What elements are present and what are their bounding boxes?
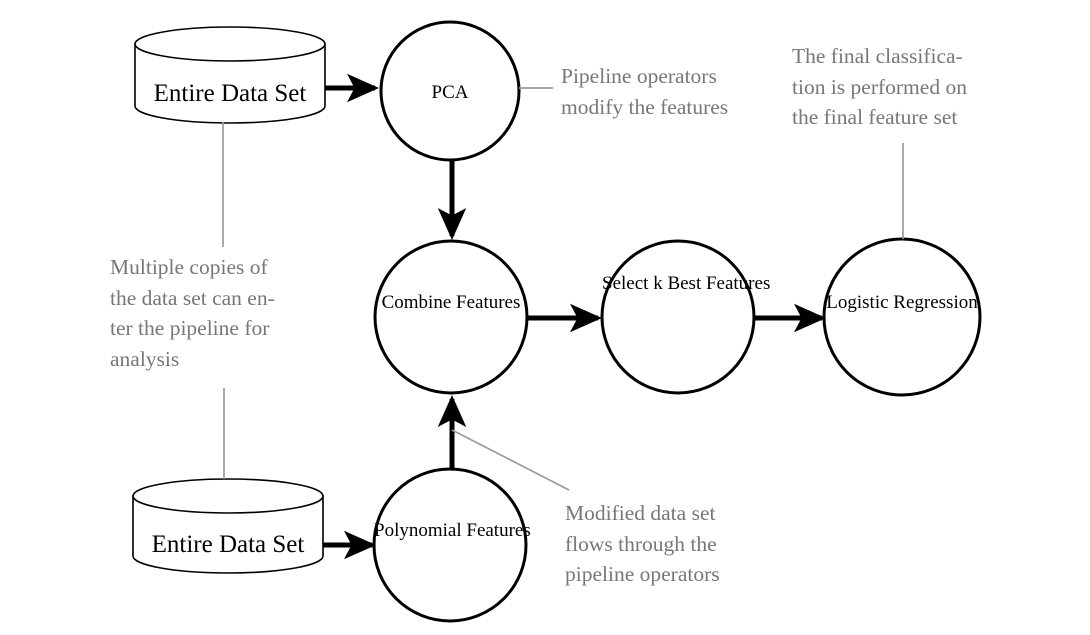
multiple-copies-note-line-2: the data set can en- (110, 285, 275, 310)
logistic-regression-circle (822, 237, 982, 397)
combine-features-circle (373, 239, 529, 395)
final-classification-note-line-2: tion is performed on (792, 74, 967, 99)
multiple-copies-note-line-3: ter the pipeline for (110, 316, 270, 341)
multiple-copies-note-line-1: Multiple copies of (110, 255, 268, 279)
pipeline-operators-note-line-2: modify the features (561, 94, 729, 119)
final-classification-note-line-3: the final feature set (792, 105, 958, 130)
modified-data-set-note-line-2: flows through the (565, 531, 717, 556)
select-k-best-features-circle (600, 239, 756, 395)
modified-data-set-note-line-1: Modified data set (565, 501, 716, 525)
multiple-copies-note: Multiple copies of the data set can en- … (110, 252, 275, 374)
pca-circle (379, 20, 521, 162)
pipeline-operators-note: Pipeline operators modify the features (561, 61, 728, 122)
entire-data-set-bottom-label: Entire Data Set (151, 531, 305, 558)
modified-data-set-note: Modified data set flows through the pipe… (565, 498, 720, 590)
entire-data-set-top-cylinder (134, 26, 326, 124)
pipeline-operators-note-line-1: Pipeline operators (561, 64, 717, 88)
final-classification-note-line-1: The final classifica- (792, 44, 963, 68)
modified-data-set-note-line-3: pipeline operators (565, 562, 720, 587)
diagram-canvas: Entire Data Set Entire Data Set PCA Poly… (0, 0, 1090, 635)
final-classification-note: The final classifica- tion is performed … (792, 41, 967, 133)
multiple-copies-note-line-4: analysis (110, 346, 180, 371)
entire-data-set-top-label: Entire Data Set (153, 80, 307, 107)
polynomial-features-circle (372, 467, 528, 623)
